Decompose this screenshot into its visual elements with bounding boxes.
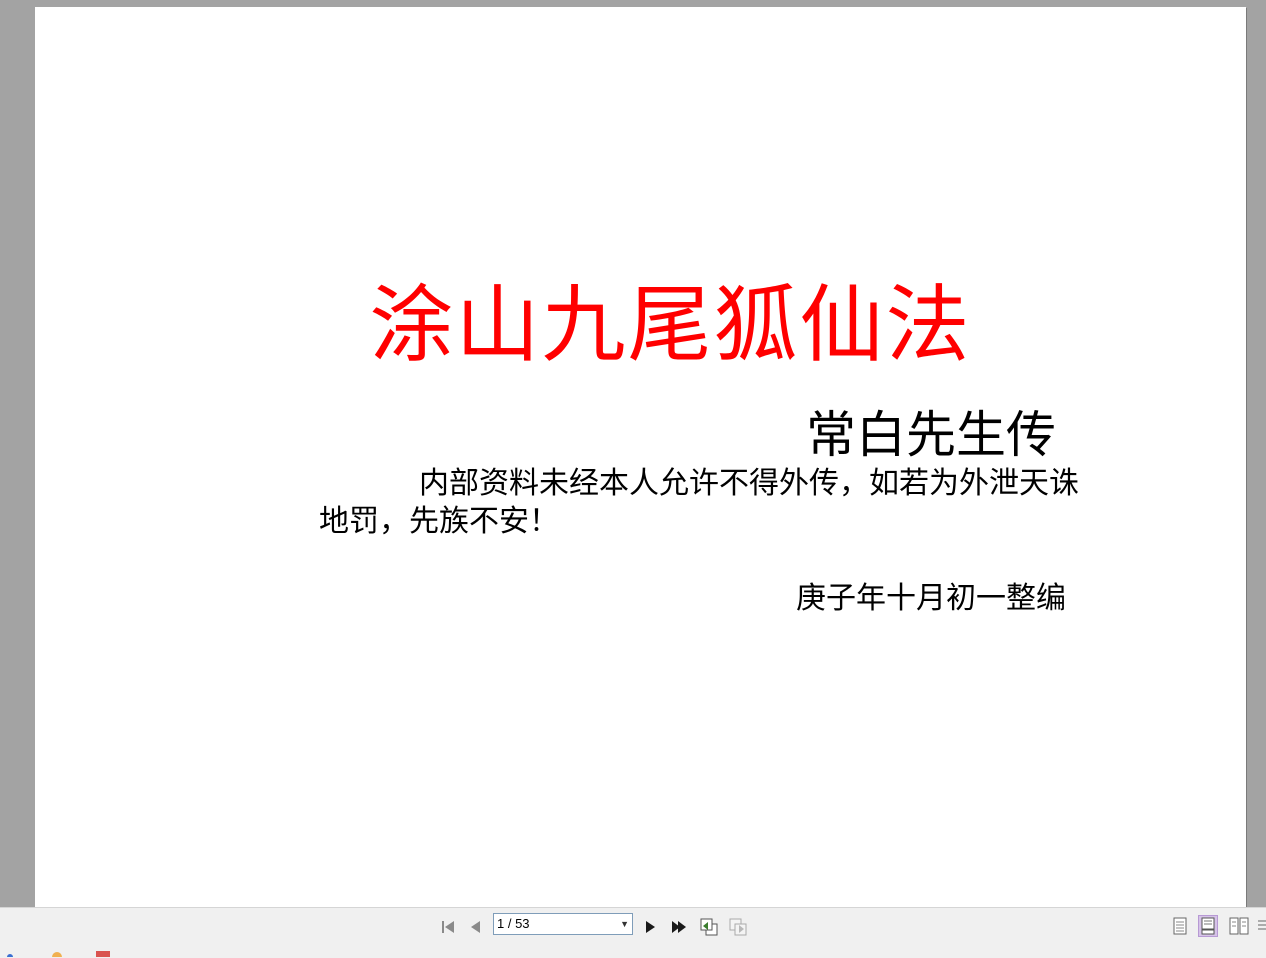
- page-indicator-text: 1 / 53: [497, 916, 530, 931]
- document-notice: 内部资料未经本人允许不得外传，如若为外泄天诛地罚，先族不安！: [319, 466, 1079, 539]
- previous-page-button[interactable]: [465, 916, 487, 938]
- go-forward-icon: [729, 918, 747, 936]
- document-author: 常白先生传: [806, 406, 1056, 464]
- next-page-button[interactable]: [639, 916, 661, 938]
- page-number-select[interactable]: 1 / 53 ▼: [493, 913, 633, 935]
- document-date: 庚子年十月初一整编: [796, 581, 1066, 616]
- single-page-view-icon: [1173, 917, 1187, 935]
- last-page-icon: [672, 921, 686, 933]
- next-page-icon: [646, 921, 655, 933]
- go-forward-button[interactable]: [727, 916, 749, 938]
- first-page-icon: [442, 921, 454, 933]
- document-title: 涂山九尾狐仙法: [369, 276, 972, 374]
- vertical-scrollbar[interactable]: [1249, 0, 1266, 907]
- continuous-view-icon: [1201, 917, 1215, 935]
- go-back-icon: [700, 918, 718, 936]
- single-page-view-button[interactable]: [1170, 915, 1190, 937]
- more-view-button[interactable]: [1256, 915, 1266, 937]
- taskbar-strip: [0, 945, 140, 957]
- previous-page-icon: [471, 921, 480, 933]
- first-page-button[interactable]: [437, 916, 459, 938]
- last-page-button[interactable]: [668, 916, 690, 938]
- pdf-page: 涂山九尾狐仙法 常白先生传 内部资料未经本人允许不得外传，如若为外泄天诛地罚，先…: [35, 7, 1246, 907]
- go-back-button[interactable]: [698, 916, 720, 938]
- continuous-view-button[interactable]: [1198, 915, 1218, 937]
- document-viewport[interactable]: 涂山九尾狐仙法 常白先生传 内部资料未经本人允许不得外传，如若为外泄天诛地罚，先…: [0, 0, 1266, 907]
- facing-view-button[interactable]: [1229, 915, 1249, 937]
- taskbar-app-icon: [7, 951, 110, 957]
- more-view-icon: [1258, 920, 1266, 930]
- chevron-down-icon: ▼: [620, 919, 629, 929]
- bottom-toolbar: 1 / 53 ▼: [0, 907, 1266, 958]
- facing-view-icon: [1229, 917, 1249, 935]
